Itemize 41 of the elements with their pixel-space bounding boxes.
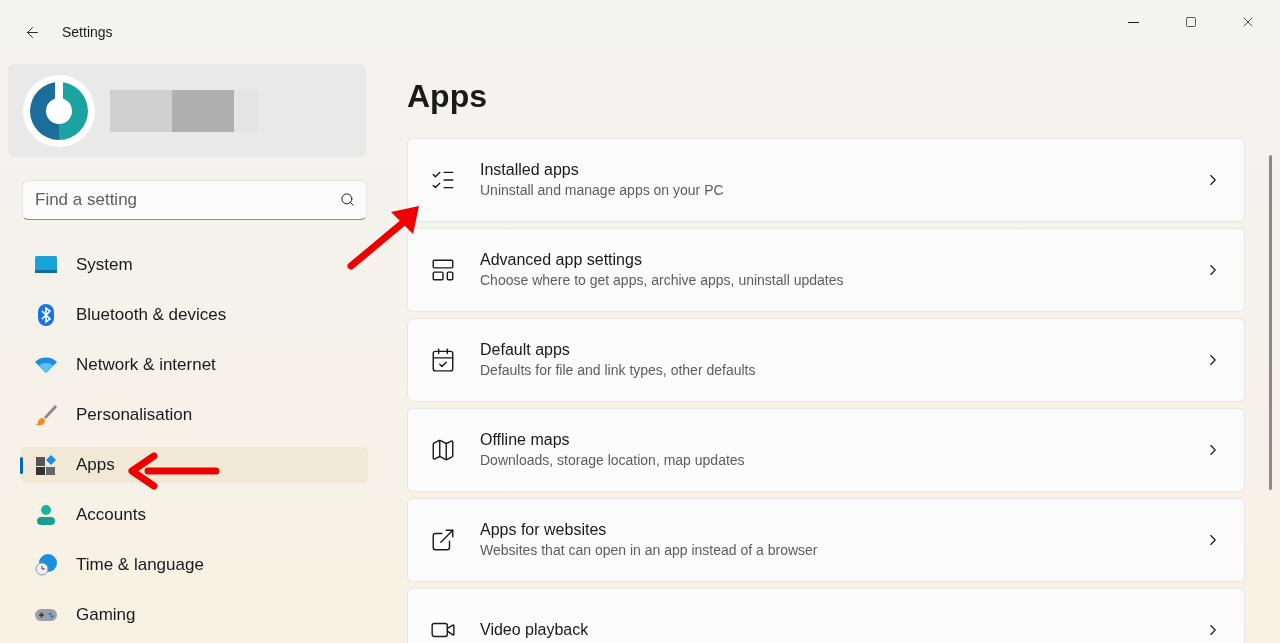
paintbrush-icon (34, 403, 58, 427)
nav-item[interactable]: Bluetooth & devices (20, 297, 368, 333)
card-title: Advanced app settings (480, 250, 643, 270)
maximize-icon (1184, 16, 1197, 28)
search-icon (340, 192, 355, 207)
settings-card[interactable]: Default apps Defaults for file and link types, other defaults (407, 318, 1245, 402)
card-title: Installed apps (480, 160, 580, 180)
external-window-icon (430, 527, 456, 553)
card-subtitle: Choose where to get apps, archive apps, uninstall updates (480, 271, 844, 290)
card-title: Video playback (480, 620, 589, 640)
card-subtitle: Websites that can open in an app instead of a browser (480, 541, 818, 560)
selection-indicator (20, 457, 23, 474)
settings-panel-icon (430, 257, 456, 283)
card-title: Default apps (480, 340, 571, 360)
nav-item[interactable]: Personalisation (20, 397, 368, 433)
nav-item[interactable]: System (20, 247, 368, 283)
window-check-icon (430, 347, 456, 373)
window-title: Settings (62, 22, 113, 42)
nav-item[interactable]: Apps (20, 447, 368, 483)
settings-card[interactable]: Apps for websites Websites that can open in an app instead of a browser (407, 498, 1245, 582)
nav-item[interactable]: Accounts (20, 497, 368, 533)
account-logo-icon (22, 73, 96, 148)
card-subtitle: Uninstall and manage apps on your PC (480, 181, 724, 200)
apps-icon (34, 453, 58, 477)
nav-item[interactable]: Network & internet (20, 347, 368, 383)
settings-card[interactable]: Offline maps Downloads, storage location, map updates (407, 408, 1245, 492)
card-title: Offline maps (480, 430, 571, 450)
page-title: Apps (407, 77, 488, 116)
nav-item[interactable]: Time & language (20, 547, 368, 583)
card-subtitle: Defaults for file and link types, other defaults (480, 361, 756, 380)
person-icon (34, 503, 58, 527)
card-subtitle: Downloads, storage location, map updates (480, 451, 745, 470)
settings-card[interactable]: Video playback (407, 588, 1245, 643)
nav-item[interactable]: Gaming (20, 597, 368, 633)
minimize-icon (1128, 21, 1139, 23)
search-field[interactable]: Find a setting (22, 180, 367, 220)
settings-card[interactable]: Advanced app settings Choose where to get apps, archive apps, uninstall updates (407, 228, 1245, 312)
map-icon (430, 437, 456, 463)
settings-card[interactable]: Installed apps Uninstall and manage apps on your PC (407, 138, 1245, 222)
globe-clock-icon (34, 553, 58, 577)
card-title: Apps for websites (480, 520, 608, 540)
